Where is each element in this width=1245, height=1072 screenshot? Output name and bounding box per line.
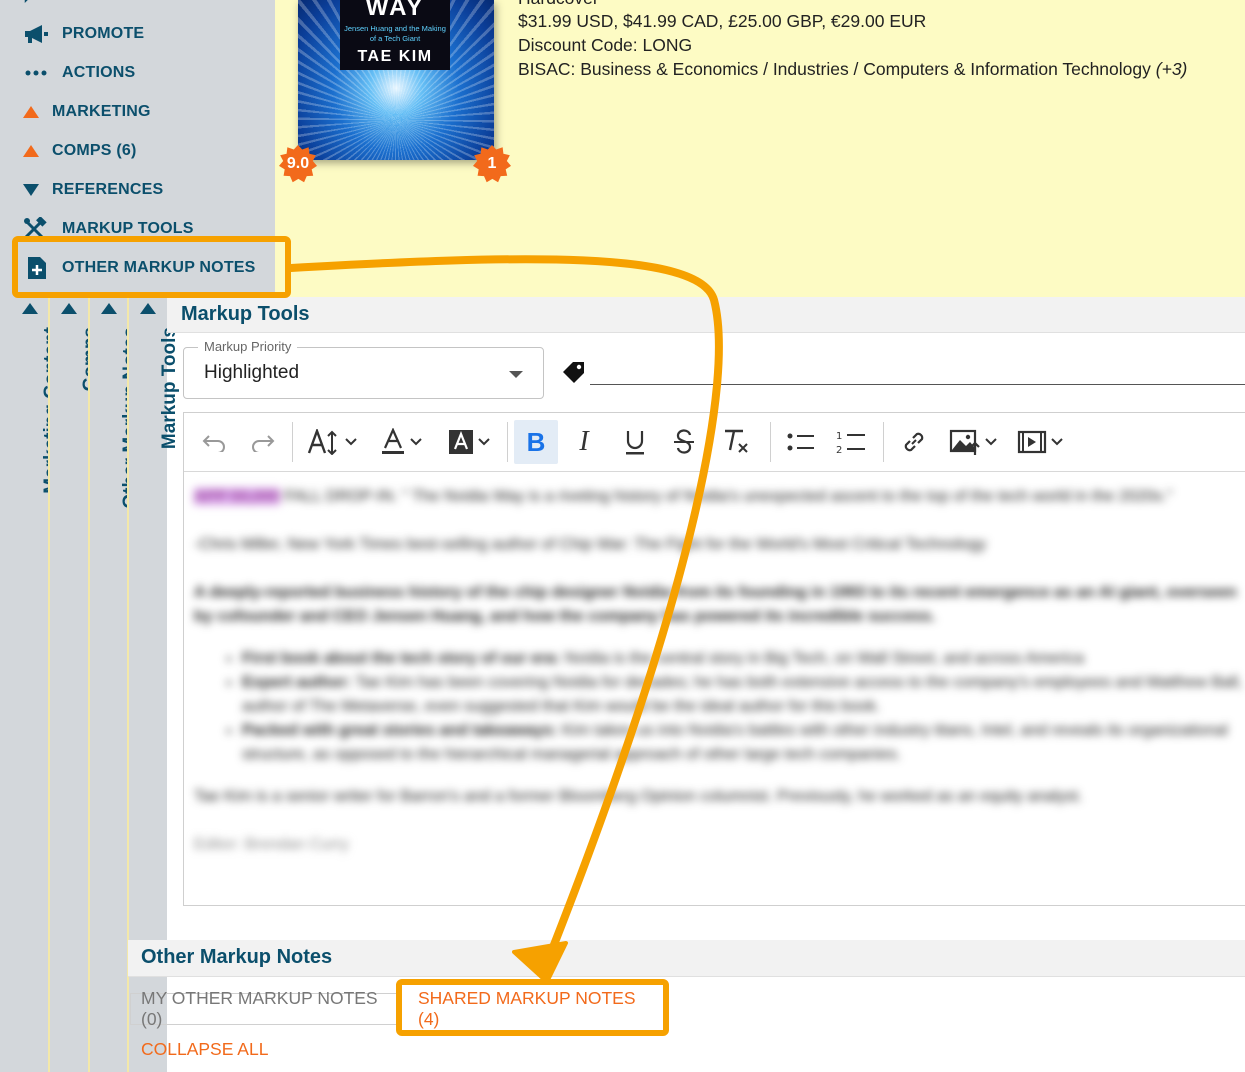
list-item: Expert author: Tae Kim has been covering…	[242, 671, 1245, 719]
book-cover[interactable]: WAY Jensen Huang and the Making of a Tec…	[298, 0, 494, 160]
clear-format-icon[interactable]	[708, 420, 764, 464]
bullet-list-icon[interactable]	[777, 420, 825, 464]
intro-text: FALL DROP-IN. " The Nvidia Way is a rive…	[284, 488, 1173, 505]
vtab-other-markup-notes[interactable]: Other Markup Notes	[90, 297, 141, 1072]
annotation-highlight-nav	[12, 236, 291, 298]
undo-icon[interactable]	[188, 420, 240, 464]
cover-subtitle: Jensen Huang and the Making of a Tech Gi…	[344, 24, 446, 43]
triangle-up-icon	[22, 139, 40, 163]
markup-priority-value: Highlighted	[204, 362, 300, 383]
tab-my-other-markup-notes[interactable]: MY OTHER MARKUP NOTES (0)	[130, 988, 397, 1029]
chevron-down-icon	[509, 371, 523, 378]
font-size-icon[interactable]	[299, 420, 365, 464]
markup-priority-select[interactable]: Markup Priority Highlighted	[183, 339, 544, 399]
nav-item-actions[interactable]: ACTIONS	[22, 61, 135, 85]
other-markup-notes-title: Other Markup Notes	[141, 946, 333, 968]
tag-icon	[560, 358, 588, 386]
link-icon[interactable]	[890, 420, 938, 464]
cover-title: WAY	[365, 0, 425, 21]
annotation-highlight-shared-tab	[396, 979, 669, 1036]
chevron-down-icon	[345, 438, 357, 446]
editor-summary: A deeply-reported business history of th…	[194, 584, 1237, 625]
nav-label: PROMOTE	[62, 25, 145, 42]
underline-icon[interactable]	[610, 420, 660, 464]
book-format: Hardcover	[518, 0, 599, 9]
bisac-line: BISAC: Business & Economics / Industries…	[518, 59, 1187, 80]
svg-text:2: 2	[836, 445, 842, 455]
editor-intro-paragraph: APP 50,000 FALL DROP-IN. " The Nvidia Wa…	[194, 485, 1245, 509]
triangle-down-icon	[22, 178, 40, 202]
triangle-up-icon	[101, 303, 117, 314]
bold-icon[interactable]: B	[514, 420, 558, 464]
list-item: First book about the tech story of our e…	[242, 647, 1245, 671]
highlight-tag: APP 50,000	[194, 488, 280, 505]
review-nav-partial	[22, 0, 62, 6]
nav-item-marketing[interactable]: MARKETING	[22, 100, 151, 124]
insert-video-icon[interactable]	[1008, 420, 1072, 464]
tag-input[interactable]	[590, 363, 1245, 385]
editor-quote-attribution: -Chris Miller, New York Times best-selli…	[194, 536, 987, 553]
editor-author-bio: Tae Kim is a senior writer for Barron's …	[194, 788, 1083, 805]
bisac-more-link[interactable]: (+3)	[1156, 59, 1188, 79]
redo-icon[interactable]	[240, 420, 286, 464]
svg-text:1: 1	[836, 431, 842, 442]
chevron-down-icon	[985, 438, 997, 446]
nav-item-comps[interactable]: COMPS (6)	[22, 139, 136, 163]
triangle-up-icon	[61, 303, 77, 314]
chevron-down-icon	[1051, 438, 1063, 446]
bisac-text: BISAC: Business & Economics / Industries…	[518, 59, 1151, 79]
nav-label: COMPS (6)	[52, 142, 137, 159]
italic-icon[interactable]: I	[558, 420, 610, 464]
cover-title-band: WAY Jensen Huang and the Making of a Tec…	[340, 0, 450, 70]
editor-bullet-list: First book about the tech story of our e…	[242, 647, 1245, 767]
cover-author: TAE KIM	[357, 48, 433, 65]
chevron-down-icon	[410, 438, 422, 446]
markup-tools-title: Markup Tools	[181, 303, 310, 325]
nav-label: ACTIONS	[62, 64, 136, 81]
more-dots-icon	[22, 61, 50, 85]
megaphone-icon	[22, 22, 50, 46]
discount-code: Discount Code: LONG	[518, 35, 693, 55]
markup-priority-label: Markup Priority	[198, 339, 298, 354]
toolbar-divider	[507, 422, 508, 462]
triangle-up-icon	[22, 303, 38, 314]
triangle-up-icon	[140, 303, 156, 314]
vtab-marketing-content[interactable]: Marketing Content	[11, 297, 62, 1072]
collapse-all-button[interactable]: COLLAPSE ALL	[141, 1039, 268, 1060]
list-item: Packed with great stories and takeaways:…	[242, 719, 1245, 767]
nav-label: MARKETING	[52, 103, 151, 120]
nav-label: REFERENCES	[52, 181, 164, 198]
editor-content[interactable]: APP 50,000 FALL DROP-IN. " The Nvidia Wa…	[194, 485, 1245, 895]
editor-toolbar: B I 12	[184, 413, 1245, 472]
triangle-up-icon	[22, 100, 40, 124]
font-color-icon[interactable]	[365, 420, 437, 464]
highlight-color-icon[interactable]	[437, 420, 501, 464]
book-prices: $31.99 USD, $41.99 CAD, £25.00 GBP, €29.…	[518, 11, 927, 31]
chevron-down-icon	[478, 438, 490, 446]
toolbar-divider	[883, 422, 884, 462]
numbered-list-icon[interactable]: 12	[825, 420, 877, 464]
markup-tools-header	[167, 297, 1245, 333]
strikethrough-icon[interactable]	[660, 420, 708, 464]
toolbar-divider	[292, 422, 293, 462]
editor-credit: Editor: Brendan Curry	[194, 836, 349, 853]
toolbar-divider	[770, 422, 771, 462]
insert-image-icon[interactable]	[938, 420, 1008, 464]
nav-item-references[interactable]: REFERENCES	[22, 178, 163, 202]
nav-item-promote[interactable]: PROMOTE	[22, 22, 144, 46]
vtab-comps[interactable]: Comps	[50, 297, 101, 1072]
rich-text-editor[interactable]: B I 12 APP 50,000 FALL DROP-IN. " The Nv…	[183, 412, 1245, 906]
